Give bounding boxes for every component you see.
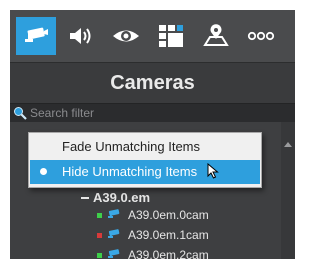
collapse-icon[interactable]: [80, 193, 90, 203]
menu-item-hide-unmatching[interactable]: Hide Unmatching Items: [30, 160, 260, 184]
menu-item-fade-unmatching[interactable]: Fade Unmatching Items: [30, 135, 260, 159]
camera-icon: [108, 229, 120, 238]
layout-grid-icon: [159, 25, 183, 47]
filter-options-menu: Fade Unmatching Items Hide Unmatching It…: [28, 132, 262, 188]
cameras-panel: Cameras ── A39.0.em A39.0em.0cam A39.0em…: [10, 10, 295, 259]
menu-item-label: Hide Unmatching Items: [62, 164, 198, 179]
map-pin-icon: [203, 24, 229, 46]
view-tab-button[interactable]: [106, 17, 146, 55]
audio-tab-button[interactable]: [61, 17, 101, 55]
cameras-tab-button[interactable]: [16, 17, 56, 55]
menu-item-label: Fade Unmatching Items: [62, 139, 201, 154]
status-online-icon: [97, 213, 102, 218]
status-online-icon: [97, 253, 102, 258]
tree-scrollbar[interactable]: [281, 122, 295, 259]
tree-group-label[interactable]: A39.0.em: [93, 190, 150, 205]
camera-icon: [108, 249, 120, 258]
more-dots-icon: [247, 31, 275, 41]
maps-tab-button[interactable]: [196, 17, 236, 55]
more-tab-button[interactable]: [241, 17, 281, 55]
eye-icon: [113, 30, 139, 42]
status-offline-icon: [97, 233, 102, 238]
radio-selected-icon: [40, 168, 47, 175]
toolbar: [10, 10, 295, 63]
camera-icon: [25, 27, 48, 42]
mouse-cursor-icon: [207, 163, 219, 179]
layouts-tab-button[interactable]: [151, 17, 191, 55]
tree-camera-item[interactable]: A39.0em.0cam: [128, 208, 209, 222]
camera-icon: [108, 209, 120, 218]
search-input[interactable]: [30, 104, 285, 122]
speaker-icon: [70, 28, 91, 44]
panel-title: Cameras: [10, 63, 295, 103]
search-icon: [14, 107, 27, 120]
tree-camera-item[interactable]: A39.0em.2cam: [128, 248, 209, 259]
search-bar: [10, 103, 295, 123]
scroll-up-arrow-icon[interactable]: [284, 142, 292, 147]
tree-camera-item[interactable]: A39.0em.1cam: [128, 228, 209, 242]
